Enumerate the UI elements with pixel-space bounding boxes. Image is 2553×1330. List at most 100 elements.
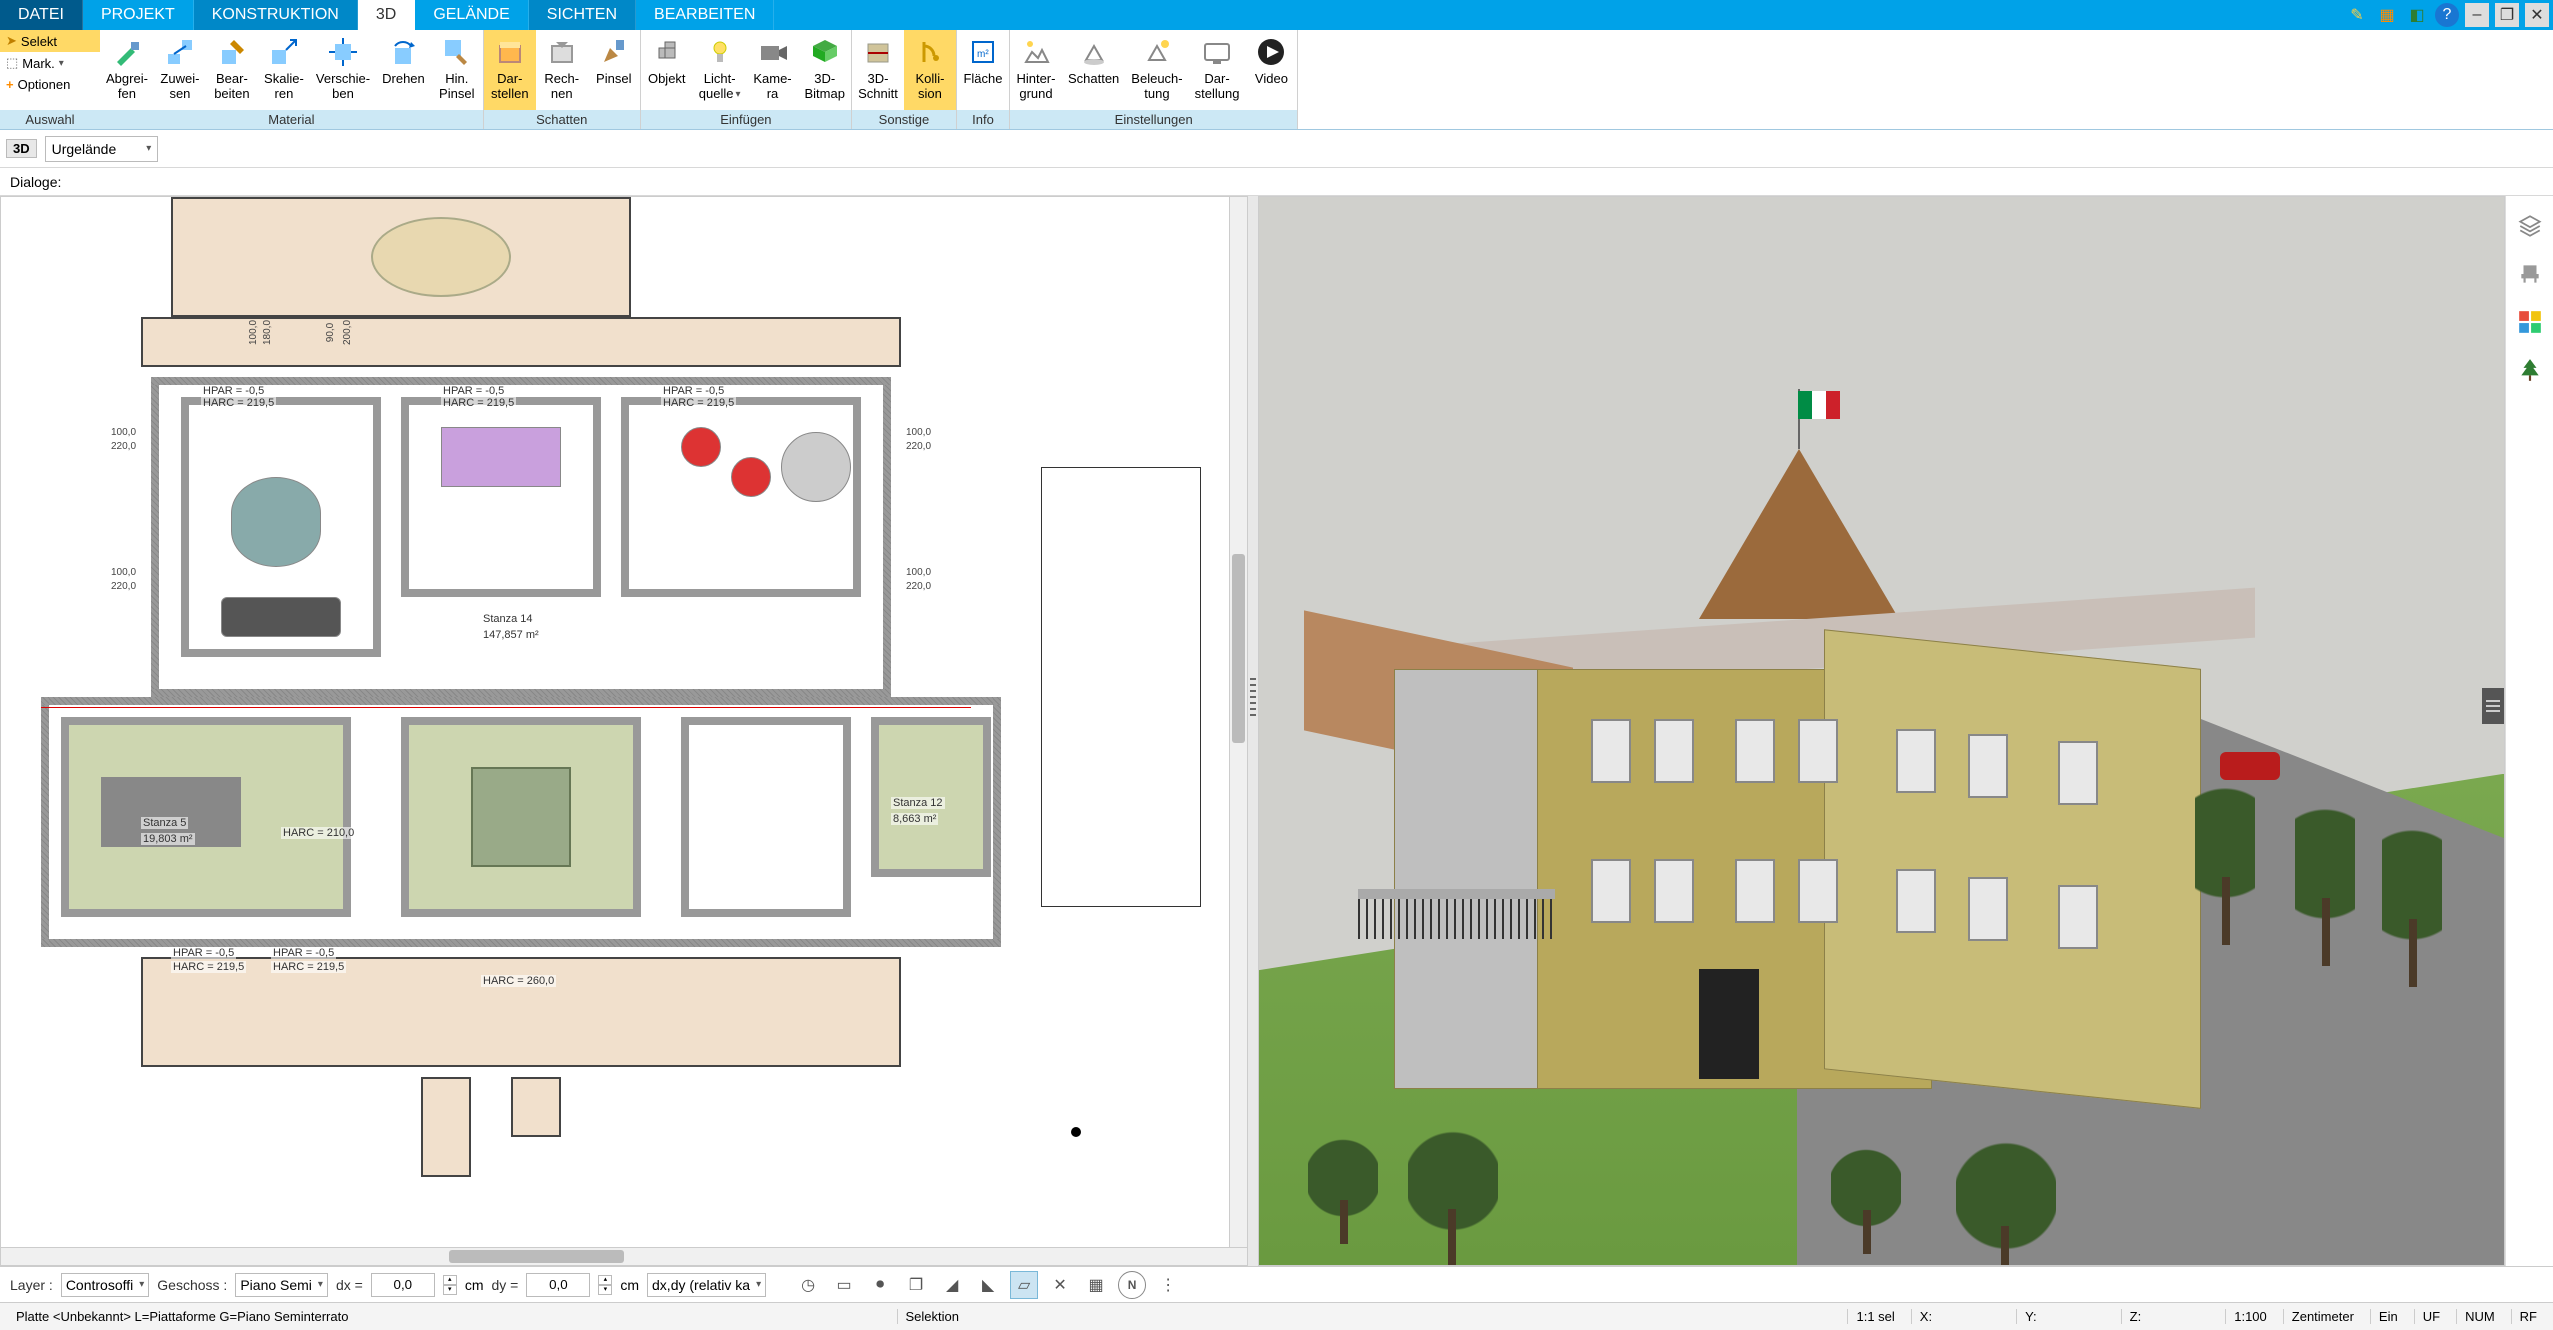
dim-label: 100,0 — [111, 567, 136, 578]
viewport-2d[interactable]: Stanza 14 147,857 m² Stanza 5 19,803 m² … — [0, 196, 1248, 1266]
restore-button[interactable]: ❐ — [2495, 3, 2519, 27]
menu-konstruktion[interactable]: KONSTRUKTION — [194, 0, 358, 30]
color-grid-icon[interactable] — [2514, 306, 2546, 338]
3d-bitmap-button[interactable]: 3D-Bitmap — [799, 30, 851, 110]
tool-icon-chart[interactable]: ◧ — [2405, 3, 2429, 27]
record-icon[interactable]: ⏺ — [866, 1271, 894, 1299]
drehen-button[interactable]: Drehen — [376, 30, 431, 110]
objekt-button[interactable]: Objekt — [641, 30, 693, 110]
dy-input[interactable] — [526, 1273, 590, 1297]
layers-icon[interactable] — [2514, 210, 2546, 242]
close-button[interactable]: ✕ — [2525, 3, 2549, 27]
bearbeiten-button[interactable]: Bear-beiten — [206, 30, 258, 110]
cursor-icon: ➤ — [6, 33, 17, 49]
help-icon[interactable]: ? — [2435, 3, 2459, 27]
video-label-1: Video — [1255, 72, 1288, 87]
mark-button[interactable]: ⬚ Mark. ▾ — [0, 52, 100, 74]
geschoss-label: Geschoss : — [157, 1277, 227, 1293]
kollision-label-2: sion — [918, 87, 942, 102]
status-z: Z: — [2121, 1309, 2150, 1324]
status-x: X: — [1911, 1309, 1940, 1324]
camera-small-icon[interactable]: ▭ — [830, 1271, 858, 1299]
layer-select[interactable]: Controsoffi▾ — [61, 1273, 149, 1297]
panel-toggle-handle[interactable] — [2482, 688, 2504, 724]
schatten-button[interactable]: Schatten — [1062, 30, 1125, 110]
kamera-label-1: Kame- — [753, 72, 791, 87]
north-icon[interactable]: N — [1118, 1271, 1146, 1299]
status-num: NUM — [2456, 1309, 2503, 1324]
video-button[interactable]: Video — [1245, 30, 1297, 110]
chair-icon[interactable] — [2514, 258, 2546, 290]
rechnen-label-2: nen — [551, 87, 573, 102]
lichtquelle-button[interactable]: Licht-quelle▾ — [693, 30, 747, 110]
objekt-label-1: Objekt — [648, 72, 686, 87]
tool-icon-wand[interactable]: ✎ — [2345, 3, 2369, 27]
dy-spinner[interactable]: ▴▾ — [598, 1275, 612, 1295]
video-icon — [1253, 34, 1289, 70]
3d-bitmap-label-1: 3D- — [814, 72, 835, 87]
3d-schnitt-button[interactable]: 3D-Schnitt — [852, 30, 904, 110]
snap-endpoint-icon[interactable]: ◢ — [938, 1271, 966, 1299]
more-icon[interactable]: ⋮ — [1154, 1271, 1182, 1299]
dx-input[interactable] — [371, 1273, 435, 1297]
status-ein: Ein — [2370, 1309, 2406, 1324]
dim-label: 220,0 — [906, 581, 931, 592]
zuweisen-button[interactable]: Zuwei-sen — [154, 30, 206, 110]
tree-icon[interactable] — [2514, 354, 2546, 386]
vertical-scrollbar[interactable] — [1229, 197, 1247, 1247]
snap-midpoint-icon[interactable]: ◣ — [974, 1271, 1002, 1299]
menu-gelaende[interactable]: GELÄNDE — [415, 0, 528, 30]
rechnen-button[interactable]: Rech-nen — [536, 30, 588, 110]
darstellen-button[interactable]: Dar-stellen — [484, 30, 536, 110]
coord-mode-value: dx,dy (relativ ka — [652, 1277, 750, 1293]
floorplan-drawing: Stanza 14 147,857 m² Stanza 5 19,803 m² … — [41, 196, 971, 1227]
tool-icon-box[interactable]: ▦ — [2375, 3, 2399, 27]
dim-label: 200,0 — [342, 320, 353, 345]
pinsel-button[interactable]: Pinsel — [588, 30, 640, 110]
kollision-icon — [912, 34, 948, 70]
kamera-button[interactable]: Kame-ra — [747, 30, 799, 110]
kollision-button[interactable]: Kolli-sion — [904, 30, 956, 110]
darstellung-button[interactable]: Dar-stellung — [1189, 30, 1246, 110]
status-bar: Platte <Unbekannt> L=Piattaforme G=Piano… — [0, 1302, 2553, 1330]
kamera-icon — [755, 34, 791, 70]
skalieren-button[interactable]: Skalie-ren — [258, 30, 310, 110]
selection-bbox — [1041, 467, 1201, 907]
snap-intersect-icon[interactable]: ✕ — [1046, 1271, 1074, 1299]
side-tool-strip — [2505, 196, 2553, 1266]
rechnen-label-1: Rech- — [544, 72, 579, 87]
3d-bitmap-label-2: Bitmap — [805, 87, 845, 102]
horizontal-scrollbar[interactable] — [1, 1247, 1247, 1265]
menu-bearbeiten[interactable]: BEARBEITEN — [636, 0, 774, 30]
abgreifen-button[interactable]: Abgrei-fen — [100, 30, 154, 110]
ribbon-group-material: Abgrei-fenZuwei-senBear-beitenSkalie-ren… — [100, 30, 484, 129]
darstellung-label-2: stellung — [1195, 87, 1240, 102]
verschieben-button[interactable]: Verschie-ben — [310, 30, 376, 110]
dim-label: 180,0 — [262, 320, 273, 345]
flaeche-button[interactable]: m²Fläche — [957, 30, 1009, 110]
beleuchtung-button[interactable]: Beleuch-tung — [1125, 30, 1188, 110]
grid-icon[interactable]: ▦ — [1082, 1271, 1110, 1299]
dx-spinner[interactable]: ▴▾ — [443, 1275, 457, 1295]
hintergrund-button[interactable]: Hinter-grund — [1010, 30, 1062, 110]
hin-pinsel-button[interactable]: Hin.Pinsel — [431, 30, 483, 110]
menu-datei[interactable]: DATEI — [0, 0, 83, 30]
coord-mode-select[interactable]: dx,dy (relativ ka▾ — [647, 1273, 766, 1297]
group-label-einstellungen: Einstellungen — [1010, 110, 1297, 129]
terrain-select[interactable]: Urgelände ▾ — [45, 136, 159, 162]
optionen-button[interactable]: + Optionen — [0, 74, 100, 95]
selekt-button[interactable]: ➤ Selekt — [0, 30, 100, 52]
history-icon[interactable]: ◷ — [794, 1271, 822, 1299]
minimize-button[interactable]: – — [2465, 3, 2489, 27]
menu-sichten[interactable]: SICHTEN — [529, 0, 636, 30]
menu-projekt[interactable]: PROJEKT — [83, 0, 194, 30]
geschoss-select[interactable]: Piano Semi▾ — [235, 1273, 328, 1297]
pane-splitter[interactable] — [1248, 196, 1258, 1266]
title-bar-icons: ✎ ▦ ◧ ? – ❐ ✕ — [2345, 0, 2553, 30]
viewport-3d[interactable] — [1258, 196, 2506, 1266]
menu-3d[interactable]: 3D — [358, 0, 415, 30]
view-mode-badge: 3D — [6, 139, 37, 158]
drehen-icon — [385, 34, 421, 70]
stack-icon[interactable]: ❐ — [902, 1271, 930, 1299]
snap-plane-icon[interactable]: ▱ — [1010, 1271, 1038, 1299]
